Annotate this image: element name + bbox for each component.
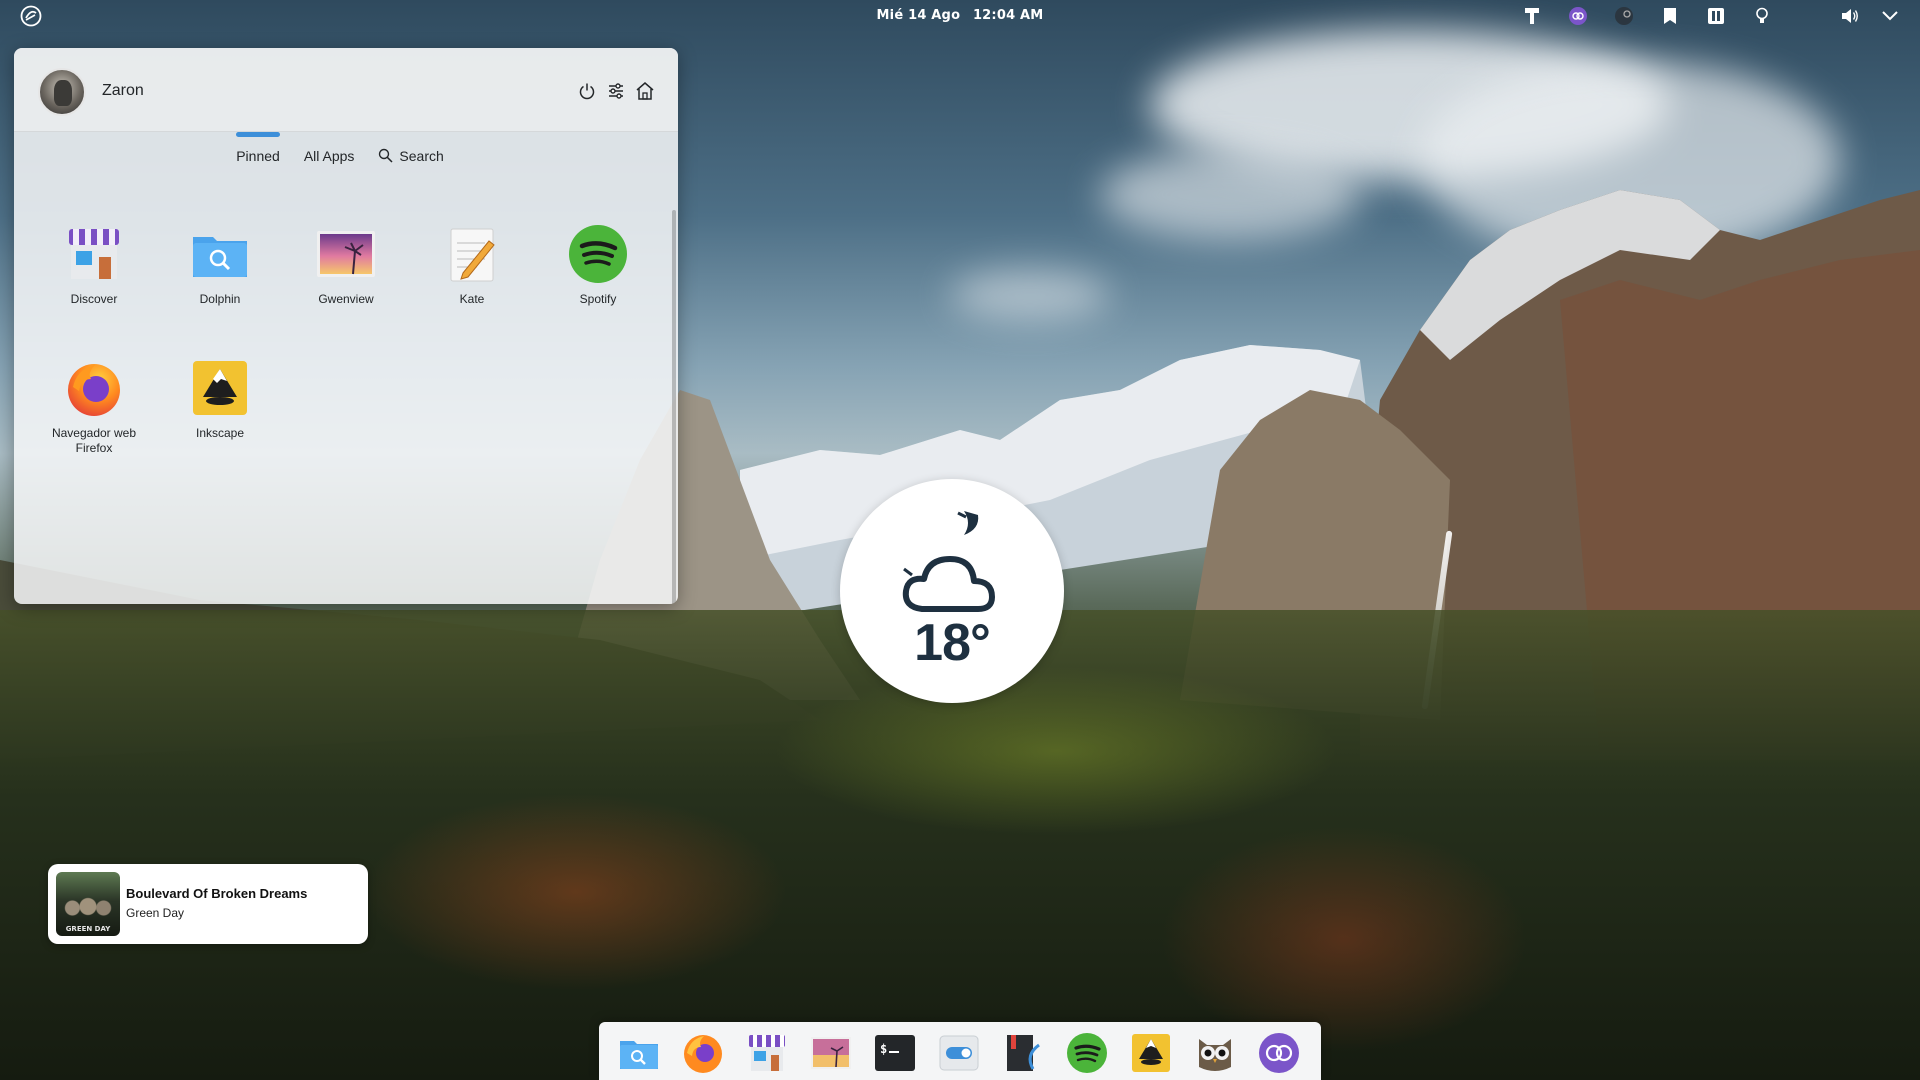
- inkscape-icon: [188, 356, 252, 420]
- tab-pinned-label: Pinned: [236, 148, 280, 164]
- pause-tray-icon[interactable]: [1704, 4, 1728, 28]
- steam-tray-icon[interactable]: [1612, 4, 1636, 28]
- launcher-scrollbar[interactable]: [672, 210, 676, 604]
- settings-sliders-icon[interactable]: [605, 80, 627, 102]
- top-panel: Mié 14 Ago 12:04 AM: [0, 0, 1920, 32]
- purple-app-icon: [1259, 1033, 1299, 1073]
- tab-all-apps-label: All Apps: [303, 148, 355, 164]
- home-icon[interactable]: [634, 80, 656, 102]
- dock-discover[interactable]: [744, 1030, 790, 1076]
- power-icon[interactable]: [576, 80, 598, 102]
- firefox-icon: [62, 356, 126, 420]
- app-firefox[interactable]: Navegador web Firefox: [34, 356, 154, 456]
- owl-icon: [1199, 1039, 1231, 1071]
- dock-gwenview[interactable]: [808, 1030, 854, 1076]
- discover-icon: [62, 222, 126, 286]
- dolphin-icon: [620, 1041, 658, 1069]
- search-icon: [378, 148, 393, 166]
- application-launcher-menu: Zaron Pinned All Apps Search Discover Do…: [14, 48, 678, 604]
- app-gwenview[interactable]: Gwenview: [286, 222, 406, 307]
- system-settings-icon: [939, 1035, 979, 1071]
- track-title: Boulevard Of Broken Dreams: [126, 886, 308, 901]
- svg-text:$: $: [880, 1042, 887, 1056]
- dock-purple-app[interactable]: [1256, 1030, 1302, 1076]
- dock-inkscape[interactable]: [1128, 1030, 1174, 1076]
- kdenlive-icon: [1007, 1035, 1040, 1071]
- app-dolphin[interactable]: Dolphin: [160, 222, 280, 307]
- volume-tray-icon[interactable]: [1838, 4, 1862, 28]
- tab-search[interactable]: Search: [378, 132, 444, 172]
- temperature-text: 18°: [914, 614, 991, 672]
- purple-app-tray-icon[interactable]: [1566, 4, 1590, 28]
- clipboard-tray-icon[interactable]: [1658, 4, 1682, 28]
- dock-dolphin[interactable]: [616, 1030, 662, 1076]
- track-artist: Green Day: [126, 906, 185, 920]
- app-dolphin-label: Dolphin: [199, 292, 241, 306]
- app-firefox-label: Navegador web Firefox: [51, 426, 137, 455]
- app-spotify-label: Spotify: [579, 292, 617, 306]
- typora-tray-icon[interactable]: [1520, 4, 1544, 28]
- album-art: GREEN DAY: [56, 872, 120, 936]
- weather-widget[interactable]: 18°: [840, 479, 1064, 703]
- launcher-header-actions: [569, 80, 656, 102]
- dock-firefox[interactable]: [680, 1030, 726, 1076]
- inkscape-icon: [1132, 1034, 1170, 1072]
- app-inkscape[interactable]: Inkscape: [160, 356, 280, 441]
- app-kate[interactable]: Kate: [412, 222, 532, 307]
- lightbulb-tray-icon[interactable]: [1750, 4, 1774, 28]
- tab-all-apps[interactable]: All Apps: [304, 132, 355, 172]
- launcher-header: Zaron: [14, 48, 678, 132]
- dock: $: [599, 1022, 1321, 1080]
- chevron-down-icon[interactable]: [1878, 4, 1902, 28]
- tab-pinned[interactable]: Pinned: [236, 132, 280, 172]
- app-discover-label: Discover: [70, 292, 118, 306]
- spotify-icon: [1067, 1033, 1107, 1073]
- app-discover[interactable]: Discover: [34, 222, 154, 307]
- now-playing-widget[interactable]: GREEN DAY Boulevard Of Broken Dreams Gre…: [48, 864, 368, 944]
- user-name: Zaron: [102, 82, 144, 99]
- gwenview-icon: [314, 222, 378, 286]
- launcher-tabs: Pinned All Apps Search: [14, 132, 678, 172]
- spotify-icon: [566, 222, 630, 286]
- terminal-icon: $: [875, 1035, 915, 1071]
- dock-kdenlive[interactable]: [1000, 1030, 1046, 1076]
- system-tray: [1498, 4, 1902, 28]
- dolphin-icon: [188, 222, 252, 286]
- dock-spotify[interactable]: [1064, 1030, 1110, 1076]
- clock-date: Mié 14 Ago: [876, 8, 961, 23]
- kate-icon: [440, 222, 504, 286]
- avatar[interactable]: [38, 68, 86, 116]
- app-kate-label: Kate: [459, 292, 485, 306]
- dock-system-settings[interactable]: [936, 1030, 982, 1076]
- firefox-icon: [684, 1035, 722, 1073]
- app-inkscape-label: Inkscape: [195, 426, 245, 440]
- album-art-text: GREEN DAY: [65, 925, 111, 933]
- app-gwenview-label: Gwenview: [318, 292, 374, 306]
- app-spotify[interactable]: Spotify: [538, 222, 658, 307]
- dock-terminal[interactable]: $: [872, 1030, 918, 1076]
- discover-icon: [749, 1035, 785, 1071]
- gwenview-icon: [811, 1037, 851, 1069]
- dock-owl-app[interactable]: [1192, 1030, 1238, 1076]
- clock-time: 12:04 AM: [972, 8, 1044, 23]
- tab-search-label: Search: [399, 148, 444, 164]
